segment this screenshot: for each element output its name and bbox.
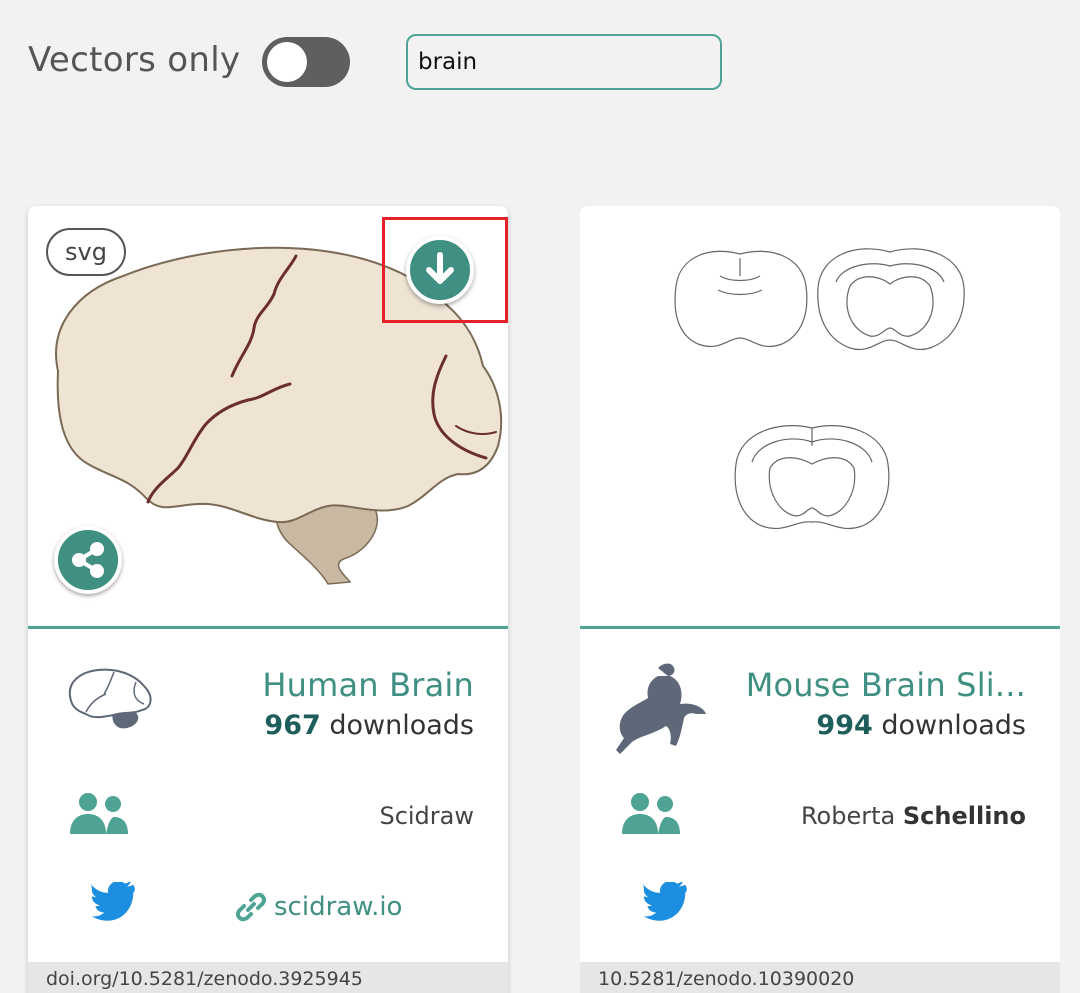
- share-icon: [72, 542, 104, 578]
- author-first-name: Roberta: [800, 802, 896, 830]
- users-icon: [622, 793, 680, 834]
- mouse-icon: [616, 663, 706, 754]
- doi-text[interactable]: 10.5281/zenodo.10390020: [580, 962, 1060, 993]
- search-input[interactable]: [406, 34, 722, 90]
- author-last-name: Schellino: [902, 802, 1026, 830]
- download-count: 967 downloads: [264, 710, 474, 741]
- share-button[interactable]: [54, 526, 122, 594]
- users-icon: [70, 793, 128, 834]
- twitter-icon[interactable]: [90, 882, 138, 922]
- link-icon: [236, 892, 266, 922]
- author-name: Scidraw: [379, 802, 474, 830]
- site-link[interactable]: scidraw.io: [236, 892, 402, 922]
- format-badge: svg: [46, 228, 126, 276]
- card-divider: [580, 626, 1060, 629]
- download-highlight-box: [382, 217, 508, 323]
- card-title[interactable]: Human Brain: [262, 666, 474, 704]
- vectors-only-toggle[interactable]: [262, 37, 350, 87]
- card-preview[interactable]: [580, 206, 1060, 626]
- vectors-only-label: Vectors only: [28, 40, 241, 80]
- mouse-brain-slices-illustration: [674, 248, 965, 530]
- author-first-name: Scidraw: [379, 802, 474, 830]
- card-divider: [28, 626, 508, 629]
- author-name: Roberta Schellino: [801, 802, 1026, 830]
- brain-thumbnail-icon: [68, 668, 152, 729]
- site-link-text[interactable]: scidraw.io: [274, 892, 402, 922]
- download-count-number: 967: [264, 710, 321, 741]
- doi-text[interactable]: doi.org/10.5281/zenodo.3925945: [28, 962, 508, 993]
- download-count-label: downloads: [881, 710, 1026, 741]
- result-card-mouse-brain[interactable]: Mouse Brain Sli... 994 downloads Roberta…: [580, 206, 1060, 993]
- twitter-icon[interactable]: [642, 882, 690, 922]
- download-count-number: 994: [816, 710, 873, 741]
- result-card-human-brain[interactable]: svg Human Brain 967 downloads Scidraw sc…: [28, 206, 508, 993]
- card-preview[interactable]: svg: [28, 206, 508, 626]
- download-count-label: downloads: [329, 710, 474, 741]
- download-count: 994 downloads: [816, 710, 1026, 741]
- card-title[interactable]: Mouse Brain Sli...: [746, 666, 1026, 704]
- toggle-knob: [267, 42, 307, 82]
